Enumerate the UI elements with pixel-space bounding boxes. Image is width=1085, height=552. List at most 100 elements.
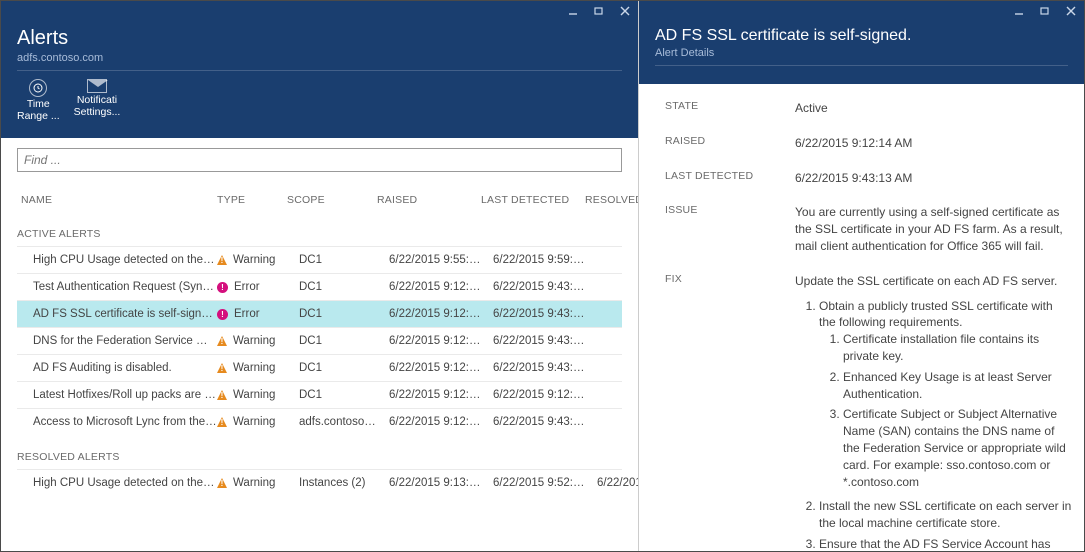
close-icon[interactable] xyxy=(1058,1,1084,21)
warning-icon xyxy=(217,417,227,427)
time-range-label: Time Range ... xyxy=(17,99,60,122)
fix-substep: Certificate Subject or Subject Alternati… xyxy=(843,406,1072,490)
cell-raised: 6/22/2015 9:12:14 xyxy=(377,281,481,293)
table-row[interactable]: Test Authentication Request (Synthetic..… xyxy=(17,273,622,300)
cell-scope: DC1 xyxy=(287,308,377,320)
value-fix: Update the SSL certificate on each AD FS… xyxy=(795,273,1072,551)
cell-raised: 6/22/2015 9:12:14 xyxy=(377,335,481,347)
warning-icon xyxy=(217,390,227,400)
value-issue: You are currently using a self-signed ce… xyxy=(795,204,1072,254)
fix-substep: Certificate installation file contains i… xyxy=(843,331,1072,365)
grid-header: NAME TYPE SCOPE RAISED LAST DETECTED RES… xyxy=(17,176,622,212)
table-row[interactable]: DNS for the Federation Service may be...… xyxy=(17,327,622,354)
toolbar: Time Range ... Notificati Settings... xyxy=(17,79,622,128)
time-range-button[interactable]: Time Range ... xyxy=(17,79,60,122)
minimize-icon[interactable] xyxy=(1006,1,1032,21)
label-state: STATE xyxy=(665,100,795,112)
cell-scope: DC1 xyxy=(287,362,377,374)
warning-icon xyxy=(217,255,227,265)
col-resolved: RESOLVED xyxy=(585,194,638,206)
cell-name: AD FS SSL certificate is self-signed. xyxy=(17,308,217,320)
cell-last-detected: 6/22/2015 9:43:13 xyxy=(481,362,585,374)
detail-subtitle: Alert Details xyxy=(655,47,1068,59)
minimize-icon[interactable] xyxy=(560,1,586,21)
fix-step: Install the new SSL certificate on each … xyxy=(819,498,1072,532)
cell-scope: adfs.contoso.com xyxy=(287,416,377,428)
left-content: NAME TYPE SCOPE RAISED LAST DETECTED RES… xyxy=(1,138,638,551)
label-raised: RAISED xyxy=(665,135,795,147)
warning-icon xyxy=(217,478,227,488)
fix-substep: Enhanced Key Usage is at least Server Au… xyxy=(843,369,1072,403)
cell-scope: DC1 xyxy=(287,281,377,293)
alerts-pane: Alerts adfs.contoso.com Time Range ... N… xyxy=(1,1,639,551)
label-issue: ISSUE xyxy=(665,204,795,216)
alerts-grid: NAME TYPE SCOPE RAISED LAST DETECTED RES… xyxy=(1,176,638,496)
cell-resolved: 6/22/2015 9:53:58 xyxy=(585,477,638,489)
cell-last-detected: 6/22/2015 9:43:13 xyxy=(481,308,585,320)
cell-name: DNS for the Federation Service may be... xyxy=(17,335,217,347)
table-row[interactable]: AD FS Auditing is disabled.WarningDC16/2… xyxy=(17,354,622,381)
page-title: Alerts xyxy=(17,27,622,50)
cell-name: Latest Hotfixes/Roll up packs are not in… xyxy=(17,389,217,401)
cell-name: High CPU Usage detected on the Feder... xyxy=(17,477,217,489)
cell-type: Warning xyxy=(217,389,287,401)
search-input[interactable] xyxy=(17,148,622,172)
cell-raised: 6/22/2015 9:12:14 xyxy=(377,362,481,374)
cell-raised: 6/22/2015 9:13:27 xyxy=(377,477,481,489)
cell-type: Warning xyxy=(217,477,287,489)
col-last-detected: LAST DETECTED xyxy=(481,194,585,206)
notification-settings-label: Notificati Settings... xyxy=(74,95,121,118)
cell-scope: DC1 xyxy=(287,254,377,266)
page-subtitle: adfs.contoso.com xyxy=(17,52,622,64)
cell-name: Access to Microsoft Lync from the extra.… xyxy=(17,416,217,428)
cell-last-detected: 6/22/2015 9:59:03 xyxy=(481,254,585,266)
warning-icon xyxy=(217,336,227,346)
detail-title: AD FS SSL certificate is self-signed. xyxy=(655,27,1068,45)
cell-type: Warning xyxy=(217,335,287,347)
cell-last-detected: 6/22/2015 9:43:13 xyxy=(481,335,585,347)
table-row[interactable]: AD FS SSL certificate is self-signed.!Er… xyxy=(17,300,622,327)
error-icon: ! xyxy=(217,309,228,320)
cell-raised: 6/22/2015 9:12:14 xyxy=(377,308,481,320)
cell-raised: 6/22/2015 9:55:59 xyxy=(377,254,481,266)
table-row[interactable]: High CPU Usage detected on the Feder...W… xyxy=(17,469,622,496)
cell-raised: 6/22/2015 9:12:14 xyxy=(377,389,481,401)
restore-icon[interactable] xyxy=(586,1,612,21)
table-row[interactable]: High CPU Usage detected on the Feder...W… xyxy=(17,246,622,273)
cell-raised: 6/22/2015 9:12:14 xyxy=(377,416,481,428)
fix-step: Obtain a publicly trusted SSL certificat… xyxy=(819,298,1072,491)
detail-body[interactable]: STATEActive RAISED6/22/2015 9:12:14 AM L… xyxy=(639,84,1084,551)
cell-last-detected: 6/22/2015 9:12:13 xyxy=(481,389,585,401)
clock-icon xyxy=(29,79,47,97)
cell-scope: Instances (2) xyxy=(287,477,377,489)
cell-last-detected: 6/22/2015 9:43:13 xyxy=(481,416,585,428)
cell-scope: DC1 xyxy=(287,389,377,401)
table-row[interactable]: Access to Microsoft Lync from the extra.… xyxy=(17,408,622,435)
cell-last-detected: 6/22/2015 9:43:13 xyxy=(481,281,585,293)
cell-name: Test Authentication Request (Synthetic..… xyxy=(17,281,217,293)
right-header: AD FS SSL certificate is self-signed. Al… xyxy=(639,21,1084,84)
right-title-bar xyxy=(639,1,1084,21)
label-fix: FIX xyxy=(665,273,795,285)
col-name: NAME xyxy=(17,194,217,206)
col-type: TYPE xyxy=(217,194,287,206)
cell-name: AD FS Auditing is disabled. xyxy=(17,362,217,374)
col-raised: RAISED xyxy=(377,194,481,206)
error-icon: ! xyxy=(217,282,228,293)
resolved-alerts-section: RESOLVED ALERTS xyxy=(17,435,622,469)
fix-intro: Update the SSL certificate on each AD FS… xyxy=(795,273,1072,290)
value-last-detected: 6/22/2015 9:43:13 AM xyxy=(795,170,1072,187)
label-last-detected: LAST DETECTED xyxy=(665,170,795,182)
value-state: Active xyxy=(795,100,1072,117)
alert-details-pane: AD FS SSL certificate is self-signed. Al… xyxy=(639,1,1084,551)
cell-type: Warning xyxy=(217,416,287,428)
cell-scope: DC1 xyxy=(287,335,377,347)
notification-settings-button[interactable]: Notificati Settings... xyxy=(74,79,121,122)
fix-step: Ensure that the AD FS Service Account ha… xyxy=(819,536,1072,551)
cell-type: Warning xyxy=(217,362,287,374)
cell-name: High CPU Usage detected on the Feder... xyxy=(17,254,217,266)
close-icon[interactable] xyxy=(612,1,638,21)
table-row[interactable]: Latest Hotfixes/Roll up packs are not in… xyxy=(17,381,622,408)
restore-icon[interactable] xyxy=(1032,1,1058,21)
cell-type: !Error xyxy=(217,308,287,320)
